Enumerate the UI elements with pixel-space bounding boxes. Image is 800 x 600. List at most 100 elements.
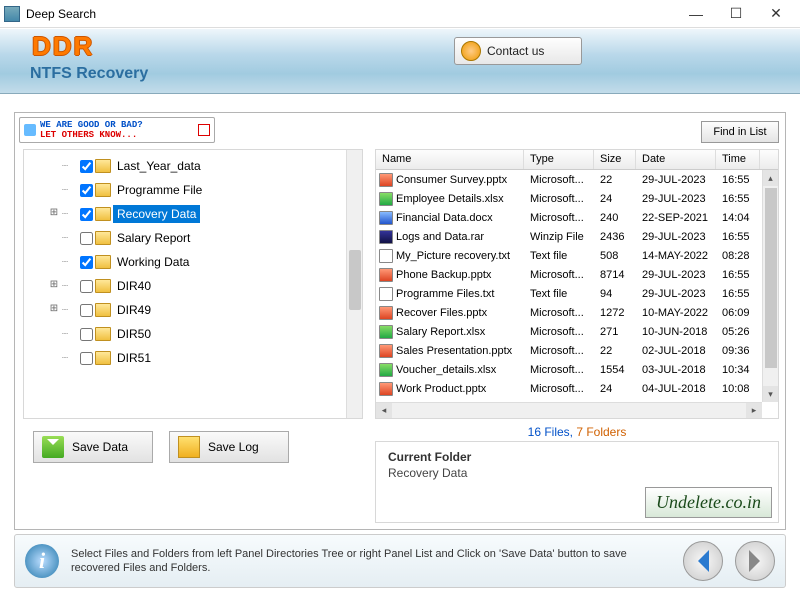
- app-icon: [4, 6, 20, 22]
- expand-icon[interactable]: [48, 160, 60, 172]
- forward-button[interactable]: [735, 541, 775, 581]
- file-name: Employee Details.xlsx: [396, 193, 504, 205]
- tree-checkbox[interactable]: [80, 280, 93, 293]
- tree-checkbox[interactable]: [80, 208, 93, 221]
- expand-icon[interactable]: ⊞: [48, 304, 60, 316]
- folder-icon: [95, 159, 111, 173]
- col-date[interactable]: Date: [636, 150, 716, 169]
- tree-checkbox[interactable]: [80, 160, 93, 173]
- file-time: 14:04: [716, 212, 760, 224]
- file-list-panel: Name Type Size Date Time Consumer Survey…: [375, 149, 779, 419]
- tree-checkbox[interactable]: [80, 232, 93, 245]
- file-row[interactable]: My_Picture recovery.txtText file50814-MA…: [376, 246, 778, 265]
- close-button[interactable]: ✕: [756, 2, 796, 26]
- tree-item[interactable]: ┈DIR50: [24, 322, 362, 346]
- list-vscrollbar[interactable]: ▴▾: [762, 170, 778, 402]
- file-row[interactable]: Voucher_details.xlsxMicrosoft...155403-J…: [376, 360, 778, 379]
- tree-label: Recovery Data: [113, 205, 200, 223]
- watermark: Undelete.co.in: [645, 487, 772, 518]
- expand-icon[interactable]: [48, 328, 60, 340]
- file-size: 271: [594, 326, 636, 338]
- file-row[interactable]: Sales Presentation.pptxMicrosoft...2202-…: [376, 341, 778, 360]
- footer: i Select Files and Folders from left Pan…: [14, 534, 786, 588]
- thumbs-up-icon: [24, 124, 36, 136]
- expand-icon[interactable]: ⊞: [48, 208, 60, 220]
- folder-icon: [95, 207, 111, 221]
- file-name: Logs and Data.rar: [396, 231, 484, 243]
- file-icon: [379, 382, 393, 396]
- file-row[interactable]: Financial Data.docxMicrosoft...24022-SEP…: [376, 208, 778, 227]
- tree-item[interactable]: ┈DIR51: [24, 346, 362, 370]
- col-size[interactable]: Size: [594, 150, 636, 169]
- tree-label: DIR50: [113, 325, 155, 343]
- tree-item[interactable]: ⊞┈Recovery Data: [24, 202, 362, 226]
- file-row[interactable]: Logs and Data.rarWinzip File243629-JUL-2…: [376, 227, 778, 246]
- current-folder-box: Current Folder Recovery Data Undelete.co…: [375, 441, 779, 523]
- file-date: 03-JUL-2018: [636, 364, 716, 376]
- tree-checkbox[interactable]: [80, 352, 93, 365]
- file-icon: [379, 344, 393, 358]
- folder-tree-panel: ┈Last_Year_data┈Programme File⊞┈Recovery…: [23, 149, 363, 419]
- file-time: 16:55: [716, 269, 760, 281]
- tree-item[interactable]: ⊞┈DIR40: [24, 274, 362, 298]
- file-row[interactable]: Salary Report.xlsxMicrosoft...27110-JUN-…: [376, 322, 778, 341]
- expand-icon[interactable]: [48, 256, 60, 268]
- tree-checkbox[interactable]: [80, 304, 93, 317]
- save-data-button[interactable]: Save Data: [33, 431, 153, 463]
- file-row[interactable]: Phone Backup.pptxMicrosoft...871429-JUL-…: [376, 265, 778, 284]
- file-time: 16:55: [716, 193, 760, 205]
- file-list[interactable]: Consumer Survey.pptxMicrosoft...2229-JUL…: [376, 170, 778, 398]
- file-date: 14-MAY-2022: [636, 250, 716, 262]
- tree-checkbox[interactable]: [80, 184, 93, 197]
- status-bar: 16 Files, 7 Folders: [375, 425, 779, 439]
- minimize-button[interactable]: —: [676, 2, 716, 26]
- file-row[interactable]: Recover Files.pptxMicrosoft...127210-MAY…: [376, 303, 778, 322]
- contact-us-button[interactable]: Contact us: [454, 37, 582, 65]
- feedback-banner[interactable]: WE ARE GOOD OR BAD? LET OTHERS KNOW...: [19, 117, 215, 143]
- tree-label: Programme File: [113, 181, 206, 199]
- file-size: 1554: [594, 364, 636, 376]
- file-icon: [379, 230, 393, 244]
- footer-text: Select Files and Folders from left Panel…: [71, 547, 671, 575]
- file-size: 1272: [594, 307, 636, 319]
- col-type[interactable]: Type: [524, 150, 594, 169]
- file-icon: [379, 249, 393, 263]
- col-name[interactable]: Name: [376, 150, 524, 169]
- tree-scrollbar[interactable]: [346, 150, 362, 418]
- find-in-list-button[interactable]: Find in List: [701, 121, 779, 143]
- tree-item[interactable]: ┈Last_Year_data: [24, 154, 362, 178]
- file-row[interactable]: Consumer Survey.pptxMicrosoft...2229-JUL…: [376, 170, 778, 189]
- expand-icon[interactable]: ⊞: [48, 280, 60, 292]
- list-hscrollbar[interactable]: ◂▸: [376, 402, 762, 418]
- main-panel: WE ARE GOOD OR BAD? LET OTHERS KNOW... F…: [14, 112, 786, 530]
- file-icon: [379, 363, 393, 377]
- folder-icon: [95, 303, 111, 317]
- folder-icon: [95, 351, 111, 365]
- col-time[interactable]: Time: [716, 150, 760, 169]
- tree-checkbox[interactable]: [80, 328, 93, 341]
- file-name: Salary Report.xlsx: [396, 326, 485, 338]
- tree-item[interactable]: ┈Salary Report: [24, 226, 362, 250]
- file-row[interactable]: Programme Files.txtText file9429-JUL-202…: [376, 284, 778, 303]
- header: DDR NTFS Recovery Contact us: [0, 28, 800, 94]
- folder-tree[interactable]: ┈Last_Year_data┈Programme File⊞┈Recovery…: [24, 150, 362, 374]
- file-type: Text file: [524, 250, 594, 262]
- file-list-header: Name Type Size Date Time: [376, 150, 778, 170]
- tree-checkbox[interactable]: [80, 256, 93, 269]
- back-button[interactable]: [683, 541, 723, 581]
- file-type: Microsoft...: [524, 174, 594, 186]
- folder-icon: [95, 279, 111, 293]
- file-size: 94: [594, 288, 636, 300]
- expand-icon[interactable]: [48, 232, 60, 244]
- tree-item[interactable]: ┈Working Data: [24, 250, 362, 274]
- expand-icon[interactable]: [48, 352, 60, 364]
- file-icon: [379, 325, 393, 339]
- tree-item[interactable]: ⊞┈DIR49: [24, 298, 362, 322]
- tree-item[interactable]: ┈Programme File: [24, 178, 362, 202]
- expand-icon[interactable]: [48, 184, 60, 196]
- file-row[interactable]: Employee Details.xlsxMicrosoft...2429-JU…: [376, 189, 778, 208]
- file-row[interactable]: Work Product.pptxMicrosoft...2404-JUL-20…: [376, 379, 778, 398]
- contact-label: Contact us: [487, 44, 544, 58]
- maximize-button[interactable]: ☐: [716, 2, 756, 26]
- save-log-button[interactable]: Save Log: [169, 431, 289, 463]
